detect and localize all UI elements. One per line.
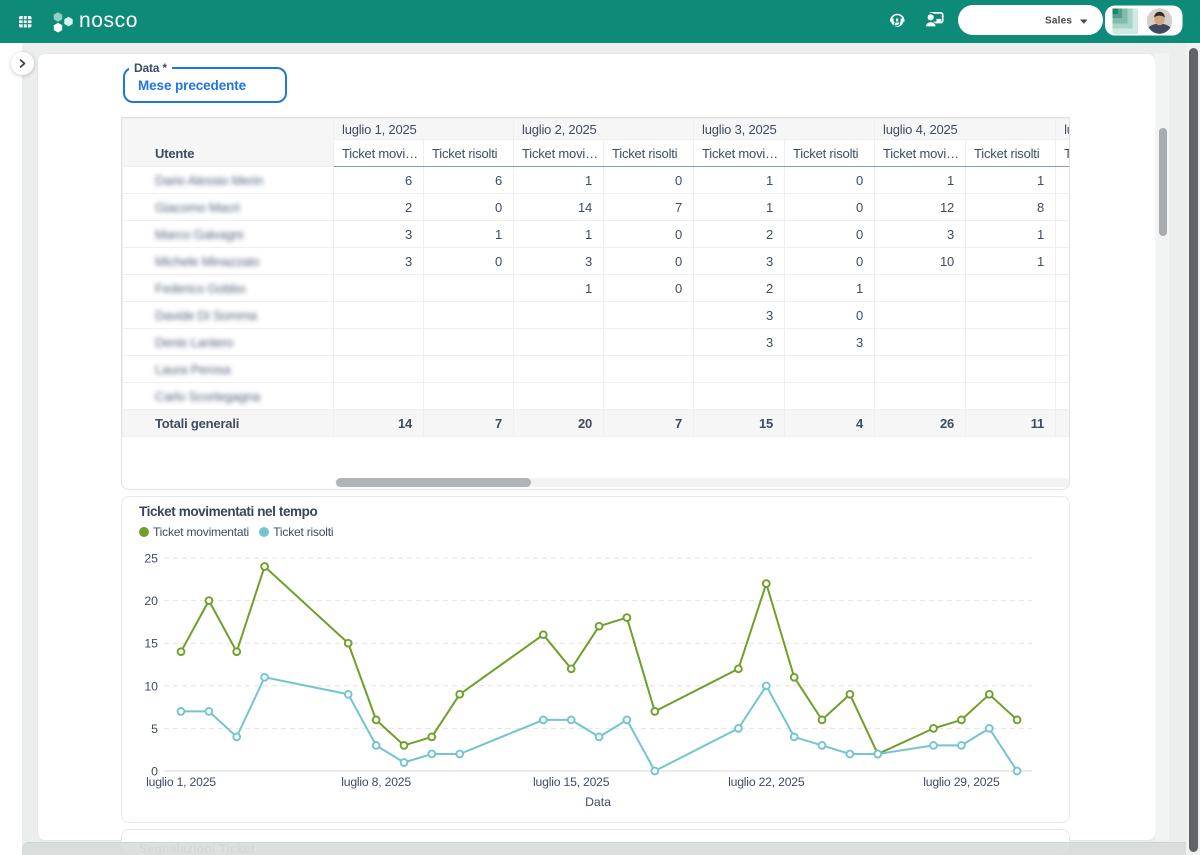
svg-text:Sales: Sales (1045, 16, 1072, 27)
svg-text:luglio 15, 2025: luglio 15, 2025 (533, 775, 610, 789)
svg-text:luglio 29, 2025: luglio 29, 2025 (923, 775, 1000, 789)
svg-text:25: 25 (144, 552, 158, 566)
svg-text:luglio 1, 2025: luglio 1, 2025 (146, 775, 216, 789)
svg-text:15: 15 (144, 637, 158, 651)
svg-text:luglio 22, 2025: luglio 22, 2025 (728, 775, 805, 789)
svg-text:10: 10 (144, 679, 158, 693)
svg-text:20: 20 (144, 594, 158, 608)
svg-text:5: 5 (151, 722, 158, 736)
svg-text:Data: Data (585, 795, 611, 809)
svg-text:luglio 8, 2025: luglio 8, 2025 (341, 775, 411, 789)
